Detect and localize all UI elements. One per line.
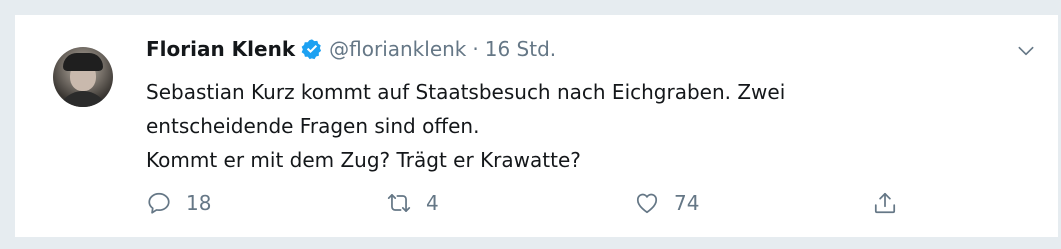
tweet-header: Florian Klenk @florianklenk · 16 Std. [146,37,556,61]
retweet-button[interactable]: 4 [386,190,439,216]
retweet-count: 4 [426,191,439,215]
heart-icon [636,193,658,214]
chevron-down-icon[interactable] [1016,41,1036,61]
share-button[interactable] [872,190,898,216]
tweet-actions: 18 4 74 [146,190,906,226]
tweet-text-line: entscheidende Fragen sind offen. [146,114,480,138]
like-button[interactable]: 74 [634,190,699,216]
meta-separator: · [472,37,479,61]
reply-count: 18 [186,191,212,215]
tweet-text: Sebastian Kurz kommt auf Staatsbesuch na… [146,75,926,177]
tweet-card[interactable]: Florian Klenk @florianklenk · 16 Std. Se… [14,14,1058,238]
tweet-text-line: Sebastian Kurz kommt auf Staatsbesuch na… [146,80,786,104]
author-handle[interactable]: @florianklenk [329,37,466,61]
avatar[interactable] [53,47,113,107]
author-name[interactable]: Florian Klenk [146,37,295,61]
verified-badge-icon [301,39,322,60]
tweet-timestamp[interactable]: 16 Std. [485,37,556,61]
share-upload-icon [874,192,896,214]
tweet-text-line: Kommt er mit dem Zug? Trägt er Krawatte? [146,148,581,172]
like-count: 74 [674,191,700,215]
speech-bubble-icon [148,192,170,214]
reply-button[interactable]: 18 [146,190,211,216]
retweet-arrows-icon [387,194,411,212]
